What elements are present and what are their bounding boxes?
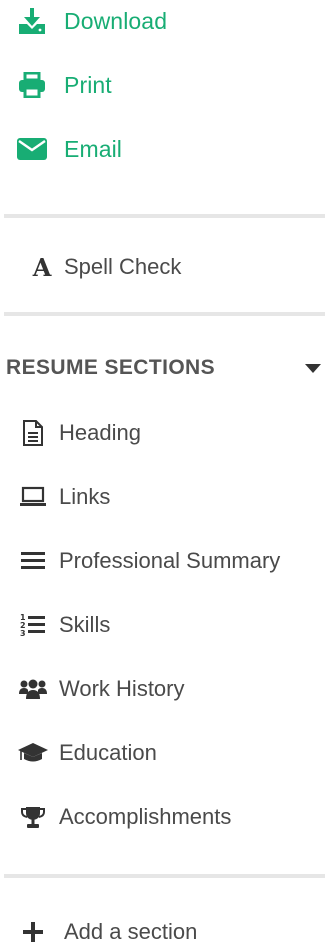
- download-button[interactable]: Download: [16, 6, 325, 36]
- section-item-education[interactable]: Education: [16, 737, 325, 769]
- divider: [4, 312, 325, 316]
- resume-sections-title: RESUME SECTIONS: [6, 356, 216, 379]
- print-label: Print: [64, 71, 112, 98]
- document-icon: [16, 417, 50, 449]
- users-icon: [16, 673, 50, 705]
- section-item-skills[interactable]: 1 2 3 Skills: [16, 609, 325, 641]
- plus-icon: [16, 917, 50, 947]
- numbered-list-icon: 1 2 3: [16, 609, 50, 641]
- download-icon: [16, 6, 48, 36]
- section-item-label: Professional Summary: [59, 548, 281, 573]
- font-icon: A: [32, 252, 52, 282]
- envelope-icon: [16, 134, 48, 164]
- section-item-label: Accomplishments: [59, 804, 232, 829]
- print-icon: [16, 70, 48, 100]
- download-label: Download: [64, 7, 168, 34]
- section-item-heading[interactable]: Heading: [16, 417, 325, 449]
- print-button[interactable]: Print: [16, 70, 325, 100]
- section-item-label: Education: [59, 740, 157, 765]
- section-item-work-history[interactable]: Work History: [16, 673, 325, 705]
- spell-check-label: Spell Check: [64, 254, 182, 279]
- add-section-label: Add a section: [64, 919, 198, 944]
- section-item-label: Links: [59, 484, 111, 509]
- trophy-icon: [16, 801, 50, 833]
- svg-text:3: 3: [20, 629, 26, 637]
- caret-down-icon: [305, 363, 321, 373]
- laptop-icon: [16, 481, 50, 513]
- graduation-cap-icon: [16, 737, 50, 769]
- bars-icon: [16, 545, 50, 577]
- section-item-professional-summary[interactable]: Professional Summary: [16, 545, 325, 577]
- section-item-label: Skills: [59, 612, 111, 637]
- section-item-label: Heading: [59, 420, 141, 445]
- divider: [4, 874, 325, 878]
- section-item-accomplishments[interactable]: Accomplishments: [16, 801, 325, 833]
- add-section-button[interactable]: Add a section: [16, 917, 325, 947]
- resume-sections-toggle[interactable]: RESUME SECTIONS: [6, 353, 324, 383]
- section-item-label: Work History: [59, 676, 185, 701]
- spell-check-button[interactable]: A Spell Check: [28, 252, 325, 282]
- section-item-links[interactable]: Links: [16, 481, 325, 513]
- email-button[interactable]: Email: [16, 134, 325, 164]
- email-label: Email: [64, 135, 123, 162]
- divider: [4, 214, 325, 218]
